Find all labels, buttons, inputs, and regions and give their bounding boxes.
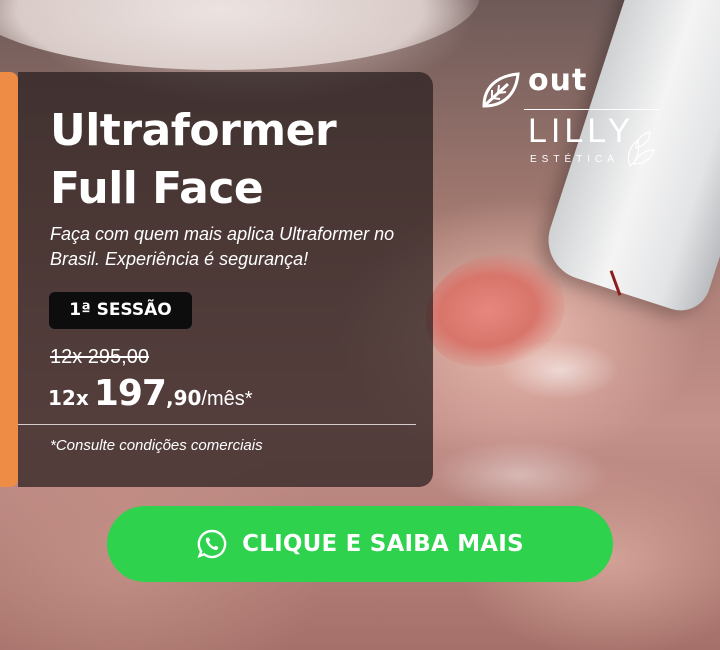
cta-label: CLIQUE E SAIBA MAIS [242,531,524,557]
logo-sub-text: ESTÉTICA [530,154,619,165]
background-photo-gel [430,440,610,510]
logo-line [524,109,659,110]
logo-top-text: out [528,63,588,98]
ad-banner: Ultraformer Full Face Faça com quem mais… [0,0,720,650]
price-integer: 197 [93,373,167,414]
offer-subtitle: Faça com quem mais aplica Ultraformer no… [50,224,395,269]
current-price: 12x 197,90/mês* [48,373,253,414]
background-photo-gel [500,340,620,400]
whatsapp-icon [197,529,227,559]
accent-bar [0,72,18,487]
price-installments: 12x [48,386,89,410]
price-unit: /mês* [201,388,253,410]
terms-note: *Consulte condições comerciais [50,437,263,454]
divider [18,424,416,425]
price-decimal: ,90 [165,386,202,410]
offer-card: Ultraformer Full Face Faça com quem mais… [18,72,433,487]
cta-button[interactable]: CLIQUE E SAIBA MAIS [107,506,613,582]
session-badge: 1ª SESSÃO [49,292,192,329]
brand-logo: out LILLY ESTÉTICA [478,64,663,178]
background-photo-glove [0,0,480,70]
leaves-icon [627,131,655,167]
offer-title: Ultraformer Full Face [50,105,337,214]
old-price: 12x 295,00 [50,346,149,368]
leaf-icon [482,72,520,108]
logo-main-text: LILLY [528,112,635,150]
